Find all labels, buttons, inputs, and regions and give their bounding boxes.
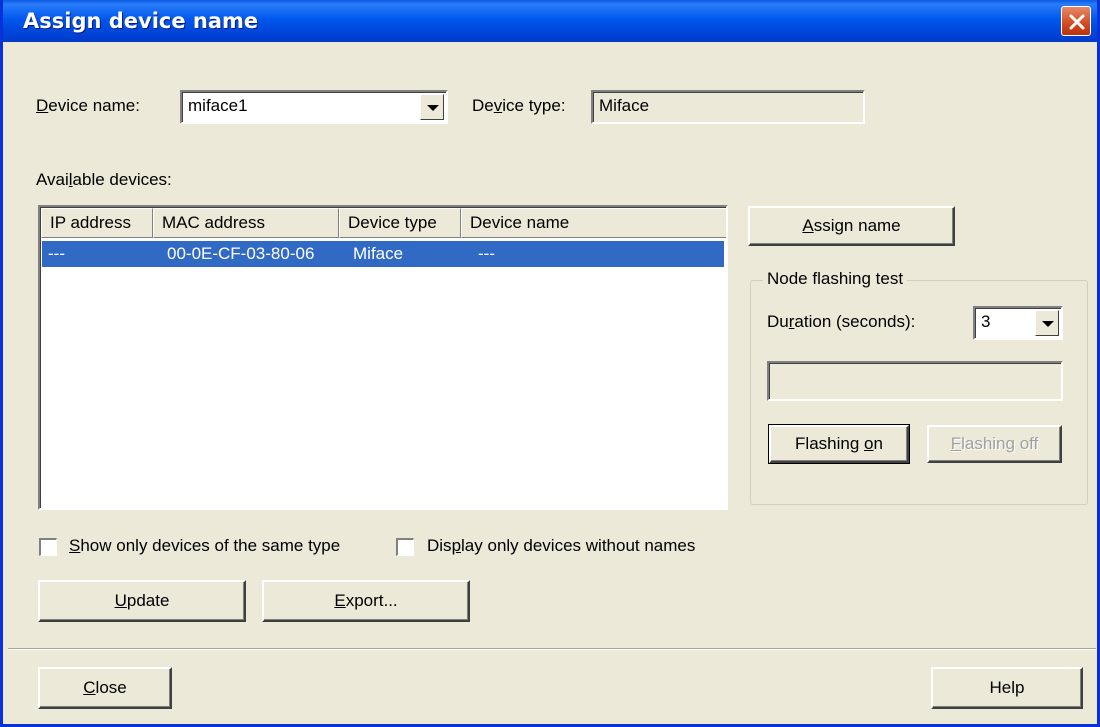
assign-device-name-dialog: Assign device name Device name: miface1 … bbox=[0, 0, 1100, 727]
cell-mac: 00-0E-CF-03-80-06 bbox=[167, 244, 315, 263]
help-button[interactable]: Help bbox=[931, 667, 1083, 709]
column-header-device-name[interactable]: Device name bbox=[461, 208, 726, 238]
table-row[interactable]: --- 00-0E-CF-03-80-06 Miface --- bbox=[42, 241, 724, 267]
duration-value: 3 bbox=[981, 312, 991, 331]
flashing-off-button[interactable]: Flashing off bbox=[927, 425, 1062, 463]
window-title: Assign device name bbox=[23, 9, 259, 33]
assign-name-button[interactable]: Assign name bbox=[748, 206, 955, 246]
without-names-label[interactable]: Display only devices without names bbox=[427, 536, 695, 556]
cell-ip: --- bbox=[48, 244, 65, 263]
available-devices-list[interactable]: IP address MAC address Device type Devic… bbox=[38, 205, 728, 510]
title-bar[interactable]: Assign device name bbox=[3, 0, 1097, 42]
device-name-combobox[interactable]: miface1 bbox=[180, 90, 448, 124]
device-name-value: miface1 bbox=[188, 96, 248, 115]
duration-label: Duration (seconds): bbox=[767, 312, 916, 331]
chevron-down-icon[interactable] bbox=[1035, 310, 1059, 336]
column-header-device-type[interactable]: Device type bbox=[339, 208, 461, 238]
column-header-mac[interactable]: MAC address bbox=[153, 208, 339, 238]
same-type-checkbox[interactable] bbox=[39, 538, 57, 556]
update-button[interactable]: Update bbox=[38, 580, 246, 622]
available-devices-label: Available devices: bbox=[36, 170, 172, 189]
footer-separator bbox=[8, 648, 1096, 650]
duration-combobox[interactable]: 3 bbox=[973, 306, 1063, 340]
device-type-field: Miface bbox=[591, 90, 865, 124]
chevron-down-icon[interactable] bbox=[420, 94, 444, 120]
flashing-status-field bbox=[767, 361, 1063, 401]
column-header-ip[interactable]: IP address bbox=[41, 208, 153, 238]
flashing-on-button[interactable]: Flashing on bbox=[768, 424, 910, 464]
close-window-button[interactable] bbox=[1061, 6, 1091, 36]
cell-device-name: --- bbox=[478, 244, 495, 263]
device-name-label: Device name: bbox=[36, 96, 140, 115]
without-names-checkbox[interactable] bbox=[396, 538, 414, 556]
cell-device-type: Miface bbox=[353, 244, 404, 263]
export-button[interactable]: Export... bbox=[262, 580, 470, 622]
device-type-label: Device type: bbox=[472, 96, 566, 115]
device-type-value: Miface bbox=[599, 96, 650, 115]
close-button[interactable]: Close bbox=[38, 667, 172, 709]
device-name-label-text: evice name: bbox=[48, 96, 140, 115]
node-flashing-title: Node flashing test bbox=[763, 269, 908, 289]
close-icon bbox=[1069, 14, 1085, 30]
same-type-label[interactable]: Show only devices of the same type bbox=[69, 536, 340, 556]
